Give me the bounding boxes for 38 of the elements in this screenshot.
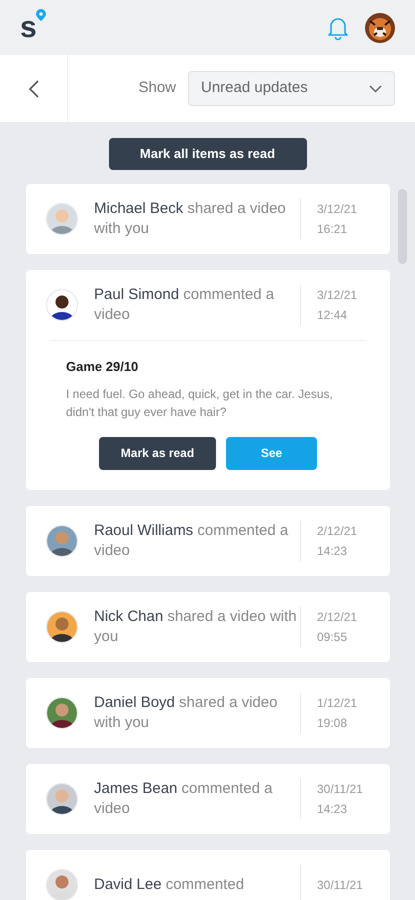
notification-card[interactable]: James Bean commented a video 30/11/21 14:23 bbox=[26, 764, 390, 834]
pin-icon bbox=[36, 8, 46, 20]
notification-text: James Bean commented a video bbox=[94, 778, 274, 818]
logo: s bbox=[20, 12, 37, 42]
date-text: 30/11/21 bbox=[317, 780, 364, 798]
mark-all-read-button[interactable]: Mark all items as read bbox=[108, 138, 306, 170]
date-text: 1/12/21 bbox=[317, 694, 358, 712]
notification-text: David Lee commented bbox=[94, 874, 246, 894]
time-text: 19:08 bbox=[317, 714, 348, 732]
show-label: Show bbox=[138, 78, 176, 98]
notification-card[interactable]: Paul Simond commented a video 3/12/21 12:44 Game 29/10 I need fuel. Go ahead, quick, get in the car. Jesus, didn't that guy ever have hair? Mark as read See bbox=[26, 270, 390, 490]
message-title: Game 29/10 bbox=[66, 358, 140, 376]
notification-card[interactable]: Daniel Boyd shared a video with you 1/12/21 19:08 bbox=[26, 678, 390, 748]
notification-card[interactable]: David Lee commented 30/11/21 bbox=[26, 850, 390, 900]
time-text: 09:55 bbox=[317, 628, 348, 646]
time-text: 14:23 bbox=[317, 542, 348, 560]
date-text: 2/12/21 bbox=[317, 608, 358, 626]
time-text: 16:21 bbox=[317, 221, 348, 238]
time-text: 12:44 bbox=[317, 307, 348, 324]
notification-text: Daniel Boyd shared a video with you bbox=[94, 692, 278, 732]
notification-text: Paul Simond commented a video bbox=[94, 285, 276, 325]
notification-card[interactable]: Michael Beck shared a video with you 3/12/21 16:21 bbox=[26, 184, 390, 254]
message-text: I need fuel. Go ahead, quick, get in the car. Jesus, didn't that guy ever have hair? bbox=[66, 386, 334, 420]
time-text: 14:23 bbox=[317, 800, 348, 818]
chevron-down-icon bbox=[369, 84, 382, 92]
notification-text: Nick Chan shared a video with you bbox=[94, 606, 298, 646]
notification-text: Michael Beck shared a video with you bbox=[94, 199, 287, 239]
date-text: 2/12/21 bbox=[317, 522, 358, 540]
mark-read-button[interactable]: Mark as read bbox=[99, 436, 216, 470]
date-text: 3/12/21 bbox=[317, 287, 358, 304]
filter-dropdown[interactable]: Unread updates bbox=[188, 71, 395, 106]
scrollbar-thumb[interactable] bbox=[398, 189, 407, 264]
notification-text: Raoul Williams commented a video bbox=[94, 520, 290, 560]
notification-card[interactable]: Nick Chan shared a video with you 2/12/21 09:55 bbox=[26, 592, 390, 662]
back-icon[interactable] bbox=[28, 80, 38, 98]
date-text: 3/12/21 bbox=[317, 201, 358, 218]
notification-card[interactable]: Raoul Williams commented a video 2/12/21 14:23 bbox=[26, 506, 390, 576]
date-text: 30/11/21 bbox=[317, 876, 364, 894]
